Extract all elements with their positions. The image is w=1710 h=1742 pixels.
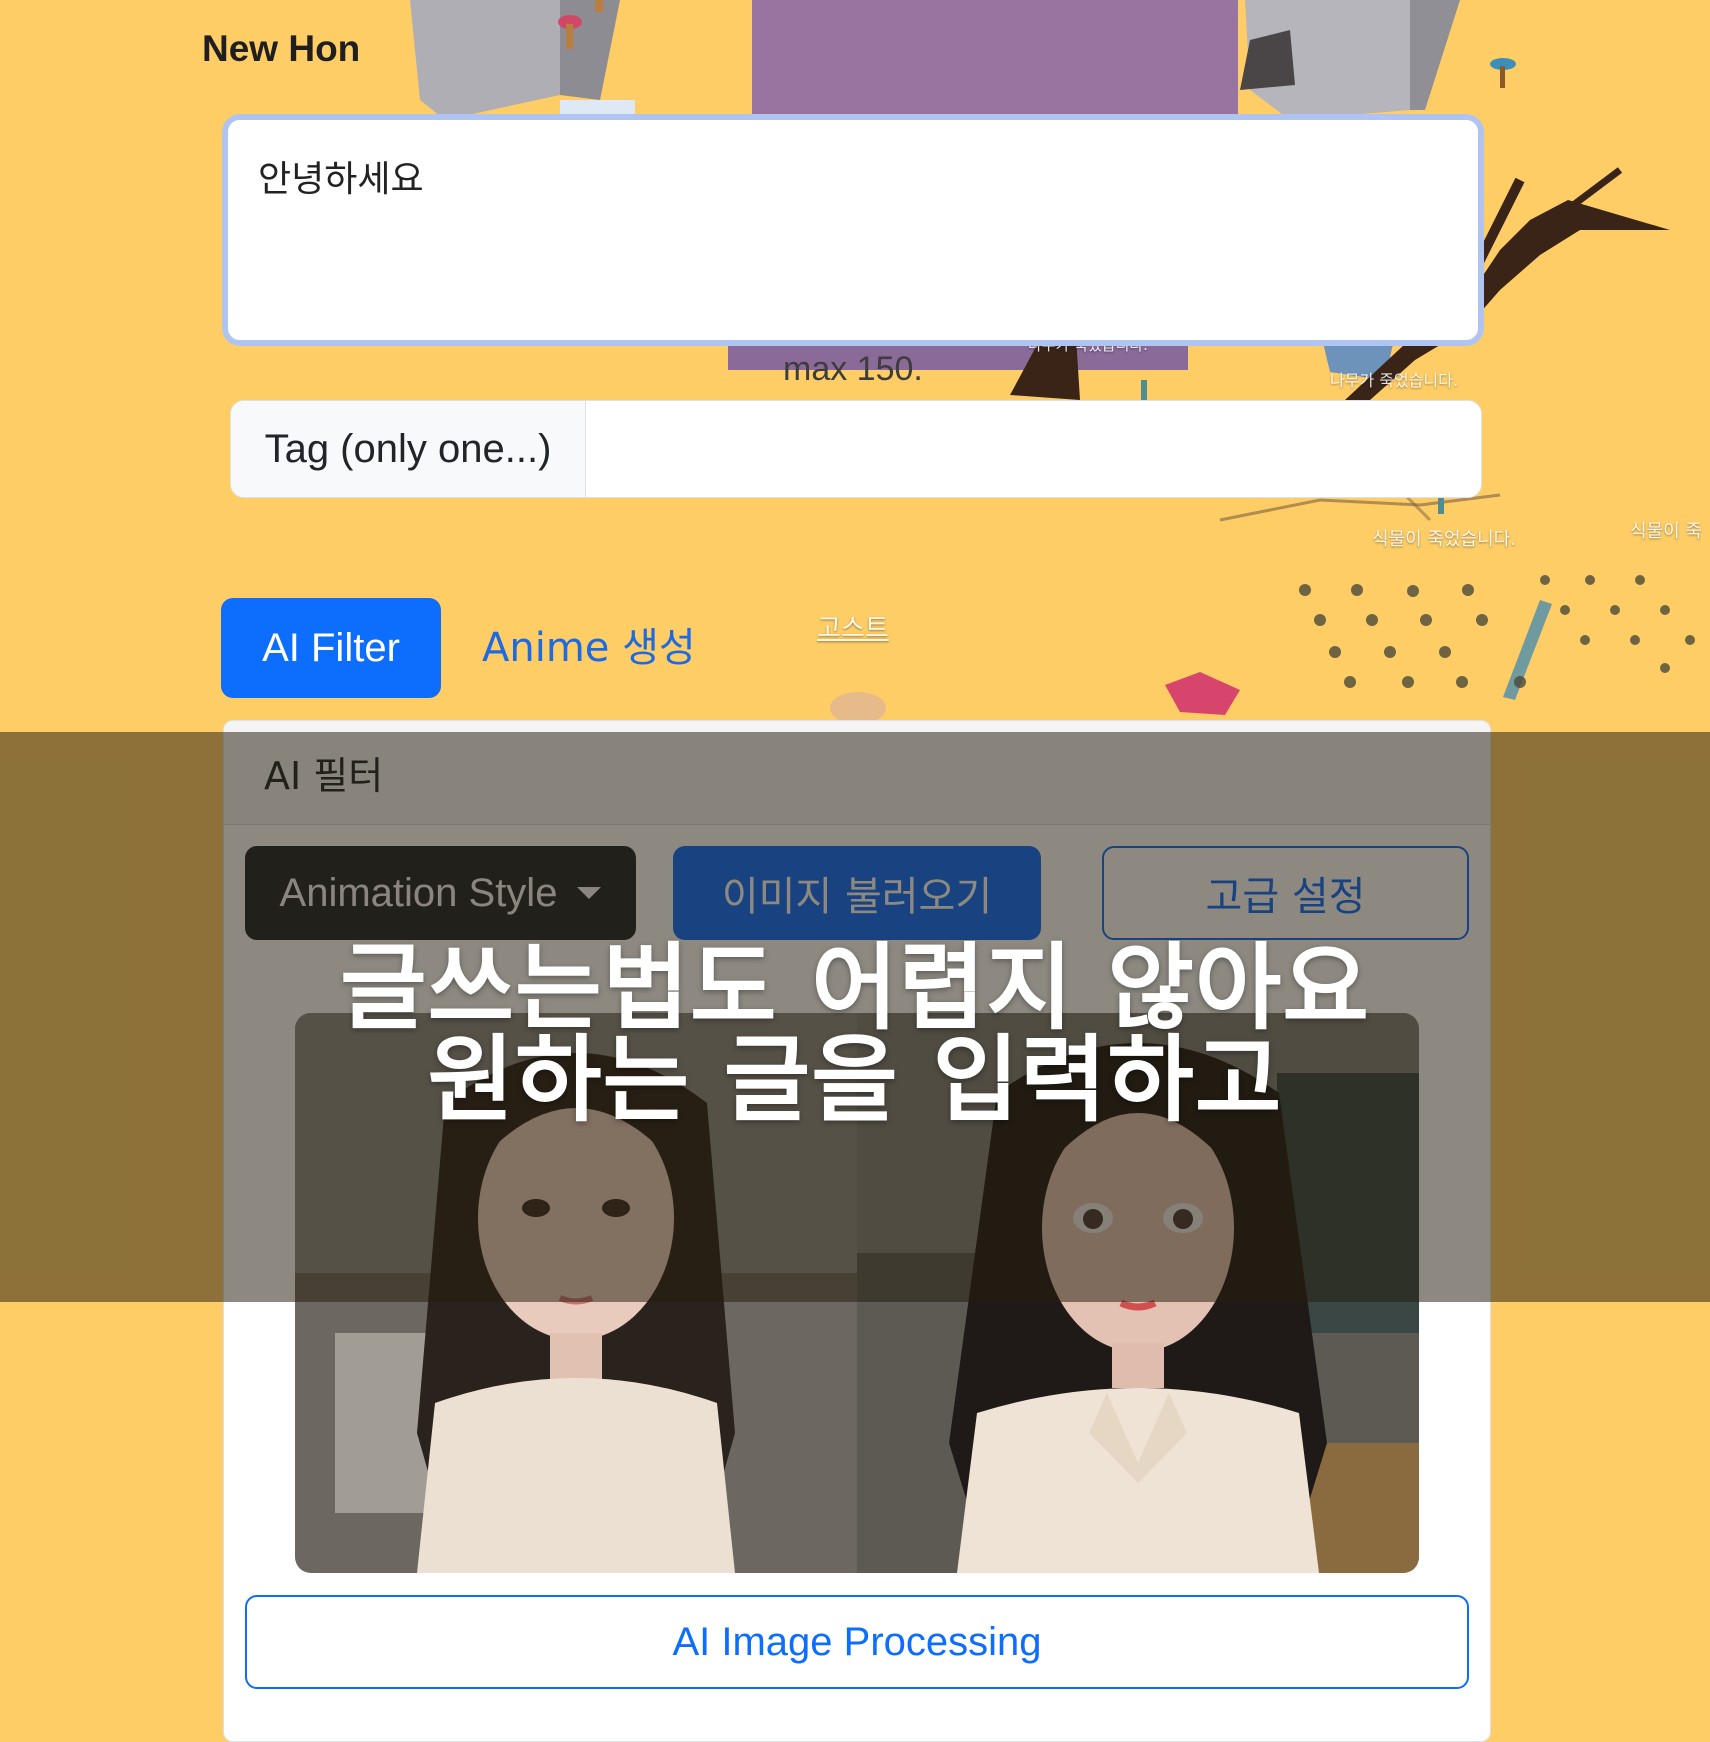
load-image-button[interactable]: 이미지 불러오기 [673,846,1041,940]
anime-filtered-photo [857,1013,1419,1573]
animation-style-label: Animation Style [279,870,558,915]
original-photo [295,1013,857,1573]
filter-preview-image [295,1013,1419,1573]
ghost-label: 고스트 [817,614,889,644]
tag-input[interactable] [586,401,1481,497]
animation-style-dropdown[interactable]: Animation Style [245,846,636,940]
tab-anime-generate[interactable]: Anime 생성 [466,598,712,698]
content-textarea-wrapper: 안녕하세요 [222,114,1484,346]
tag-label: Tag (only one...) [231,401,586,497]
char-limit-hint: max 150. [783,350,923,388]
tag-input-group: Tag (only one...) [230,400,1482,498]
plant-dead-label: 식물이 죽 [1630,521,1702,542]
page-title: New Hon [202,28,361,69]
content-textarea[interactable]: 안녕하세요 [228,120,1478,340]
tree-dead-label: 나무가 죽었습니다. [1330,371,1458,390]
tab-ai-filter[interactable]: AI Filter [221,598,441,698]
ai-filter-card: AI 필터 Animation Style 이미지 불러오기 고급 설정 AI … [223,720,1491,1742]
chevron-down-icon [577,887,602,899]
card-header: AI 필터 [224,721,1490,825]
advanced-settings-button[interactable]: 고급 설정 [1102,846,1469,940]
plant-dead-label: 식물이 죽었습니다. [1372,529,1516,550]
ai-image-processing-button[interactable]: AI Image Processing [245,1595,1469,1689]
